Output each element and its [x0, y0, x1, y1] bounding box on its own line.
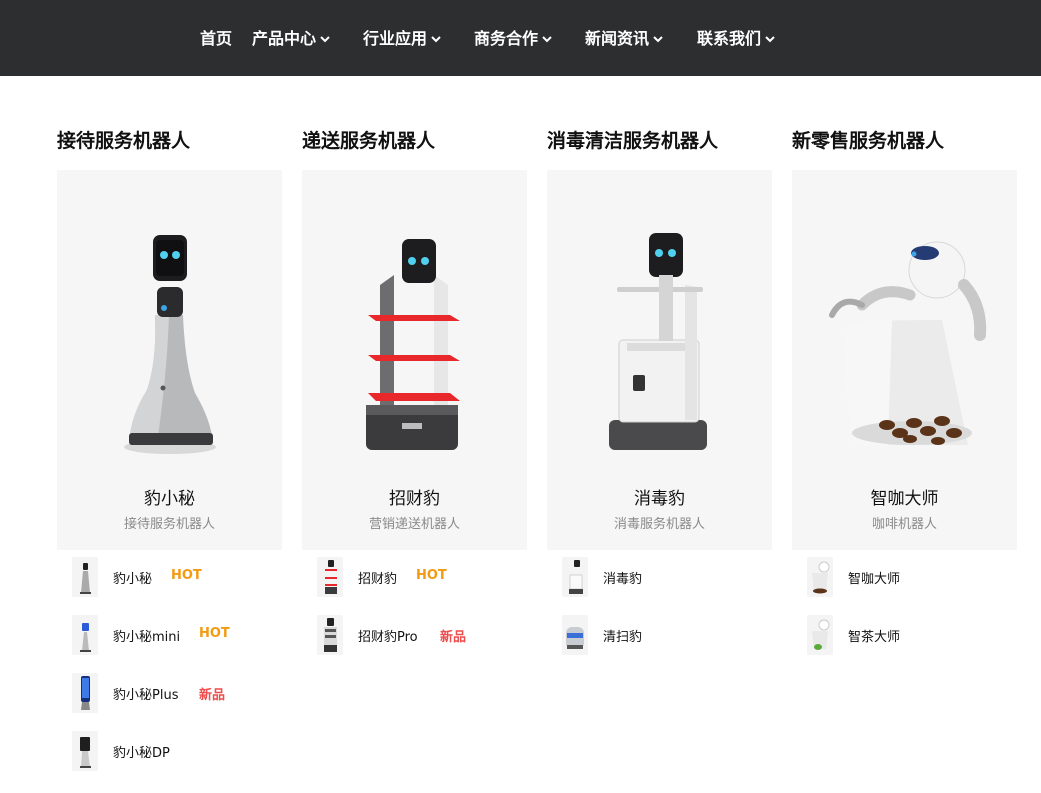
chevron-down-icon [431, 36, 441, 43]
nav-item-home[interactable]: 首页 [200, 27, 232, 51]
product-label: 招财豹 [358, 572, 398, 587]
product-list-item[interactable]: 智咖大师 [807, 557, 1017, 601]
product-label: 清扫豹 [603, 630, 643, 645]
plus-robot-thumb [72, 673, 98, 713]
disinfection-robot-image [609, 233, 707, 450]
product-subtitle: 接待服务机器人 [123, 517, 215, 532]
product-subtitle: 咖啡机器人 [871, 517, 937, 532]
category-title: 消毒清洁服务机器人 [547, 130, 719, 152]
product-list-item[interactable]: 豹小秘mini HOT [72, 615, 282, 659]
nav-item-label: 新闻资讯 [585, 29, 650, 48]
nav-item-industry[interactable]: 行业应用 [363, 27, 442, 51]
hot-badge: HOT [416, 568, 447, 583]
chevron-down-icon [320, 36, 330, 43]
product-name: 消毒豹 [634, 489, 685, 509]
delivery-robot-image [366, 239, 460, 450]
featured-product-card[interactable]: 豹小秘 接待服务机器人 [57, 170, 282, 550]
category-title: 新零售服务机器人 [792, 130, 945, 152]
product-list-item[interactable]: 消毒豹 [562, 557, 772, 601]
new-badge: 新品 [199, 688, 226, 703]
reception-robot-image [124, 235, 216, 454]
product-name: 智咖大师 [870, 489, 939, 509]
product-label: 消毒豹 [603, 572, 643, 587]
nav-item-label: 产品中心 [252, 29, 317, 48]
product-label: 豹小秘DP [113, 746, 170, 761]
hot-badge: HOT [199, 626, 230, 641]
new-badge: 新品 [440, 630, 467, 645]
chevron-down-icon [542, 36, 552, 43]
dp-robot-thumb [72, 731, 98, 771]
cleaning-robot-thumb [562, 615, 588, 655]
top-nav-bar: 首页 产品中心 行业应用 商务合作 新闻资讯 联系我们 [0, 0, 1041, 76]
product-label: 豹小秘Plus [113, 688, 179, 703]
product-list-item[interactable]: 豹小秘Plus 新品 [72, 673, 282, 717]
tea-robot-thumb [807, 615, 833, 655]
product-list-item[interactable]: 豹小秘 HOT [72, 557, 282, 601]
product-list-item[interactable]: 豹小秘DP [72, 731, 282, 775]
mini-robot-thumb [72, 615, 98, 655]
featured-product-card[interactable]: 招财豹 营销递送机器人 [302, 170, 527, 550]
nav-item-label: 首页 [200, 29, 233, 48]
product-label: 豹小秘mini [113, 630, 181, 645]
coffee-robot-thumb [807, 557, 833, 597]
category-title: 递送服务机器人 [302, 130, 436, 152]
product-list-item[interactable]: 招财豹 HOT [317, 557, 527, 601]
product-label: 招财豹Pro [358, 630, 418, 645]
nav-item-label: 商务合作 [474, 29, 539, 48]
delivery-pro-robot-thumb [317, 615, 343, 655]
featured-product-card[interactable]: 智咖大师 咖啡机器人 [792, 170, 1017, 550]
nav-item-label: 联系我们 [697, 29, 762, 48]
chevron-down-icon [765, 36, 775, 43]
product-subtitle: 消毒服务机器人 [613, 517, 705, 532]
product-label: 智咖大师 [848, 572, 901, 587]
product-list-item[interactable]: 清扫豹 [562, 615, 772, 659]
featured-product-card[interactable]: 消毒豹 消毒服务机器人 [547, 170, 772, 550]
hot-badge: HOT [171, 568, 202, 583]
product-name: 豹小秘 [144, 489, 195, 509]
delivery-robot-thumb [317, 557, 343, 597]
chevron-down-icon [653, 36, 663, 43]
nav-item-products[interactable]: 产品中心 [252, 27, 331, 51]
nav-item-news[interactable]: 新闻资讯 [585, 27, 664, 51]
nav-item-label: 行业应用 [363, 29, 428, 48]
nav-item-business[interactable]: 商务合作 [474, 27, 553, 51]
category-title: 接待服务机器人 [57, 130, 191, 152]
product-label: 智茶大师 [848, 630, 901, 645]
product-list-item[interactable]: 智茶大师 [807, 615, 1017, 659]
product-label: 豹小秘 [113, 572, 153, 587]
product-subtitle: 营销递送机器人 [368, 517, 460, 532]
reception-robot-thumb [72, 557, 98, 597]
coffee-robot-image [829, 241, 987, 445]
disinfection-robot-thumb [562, 557, 588, 597]
nav-item-contact[interactable]: 联系我们 [697, 27, 776, 51]
product-list-item[interactable]: 招财豹Pro 新品 [317, 615, 527, 659]
product-name: 招财豹 [389, 489, 440, 509]
